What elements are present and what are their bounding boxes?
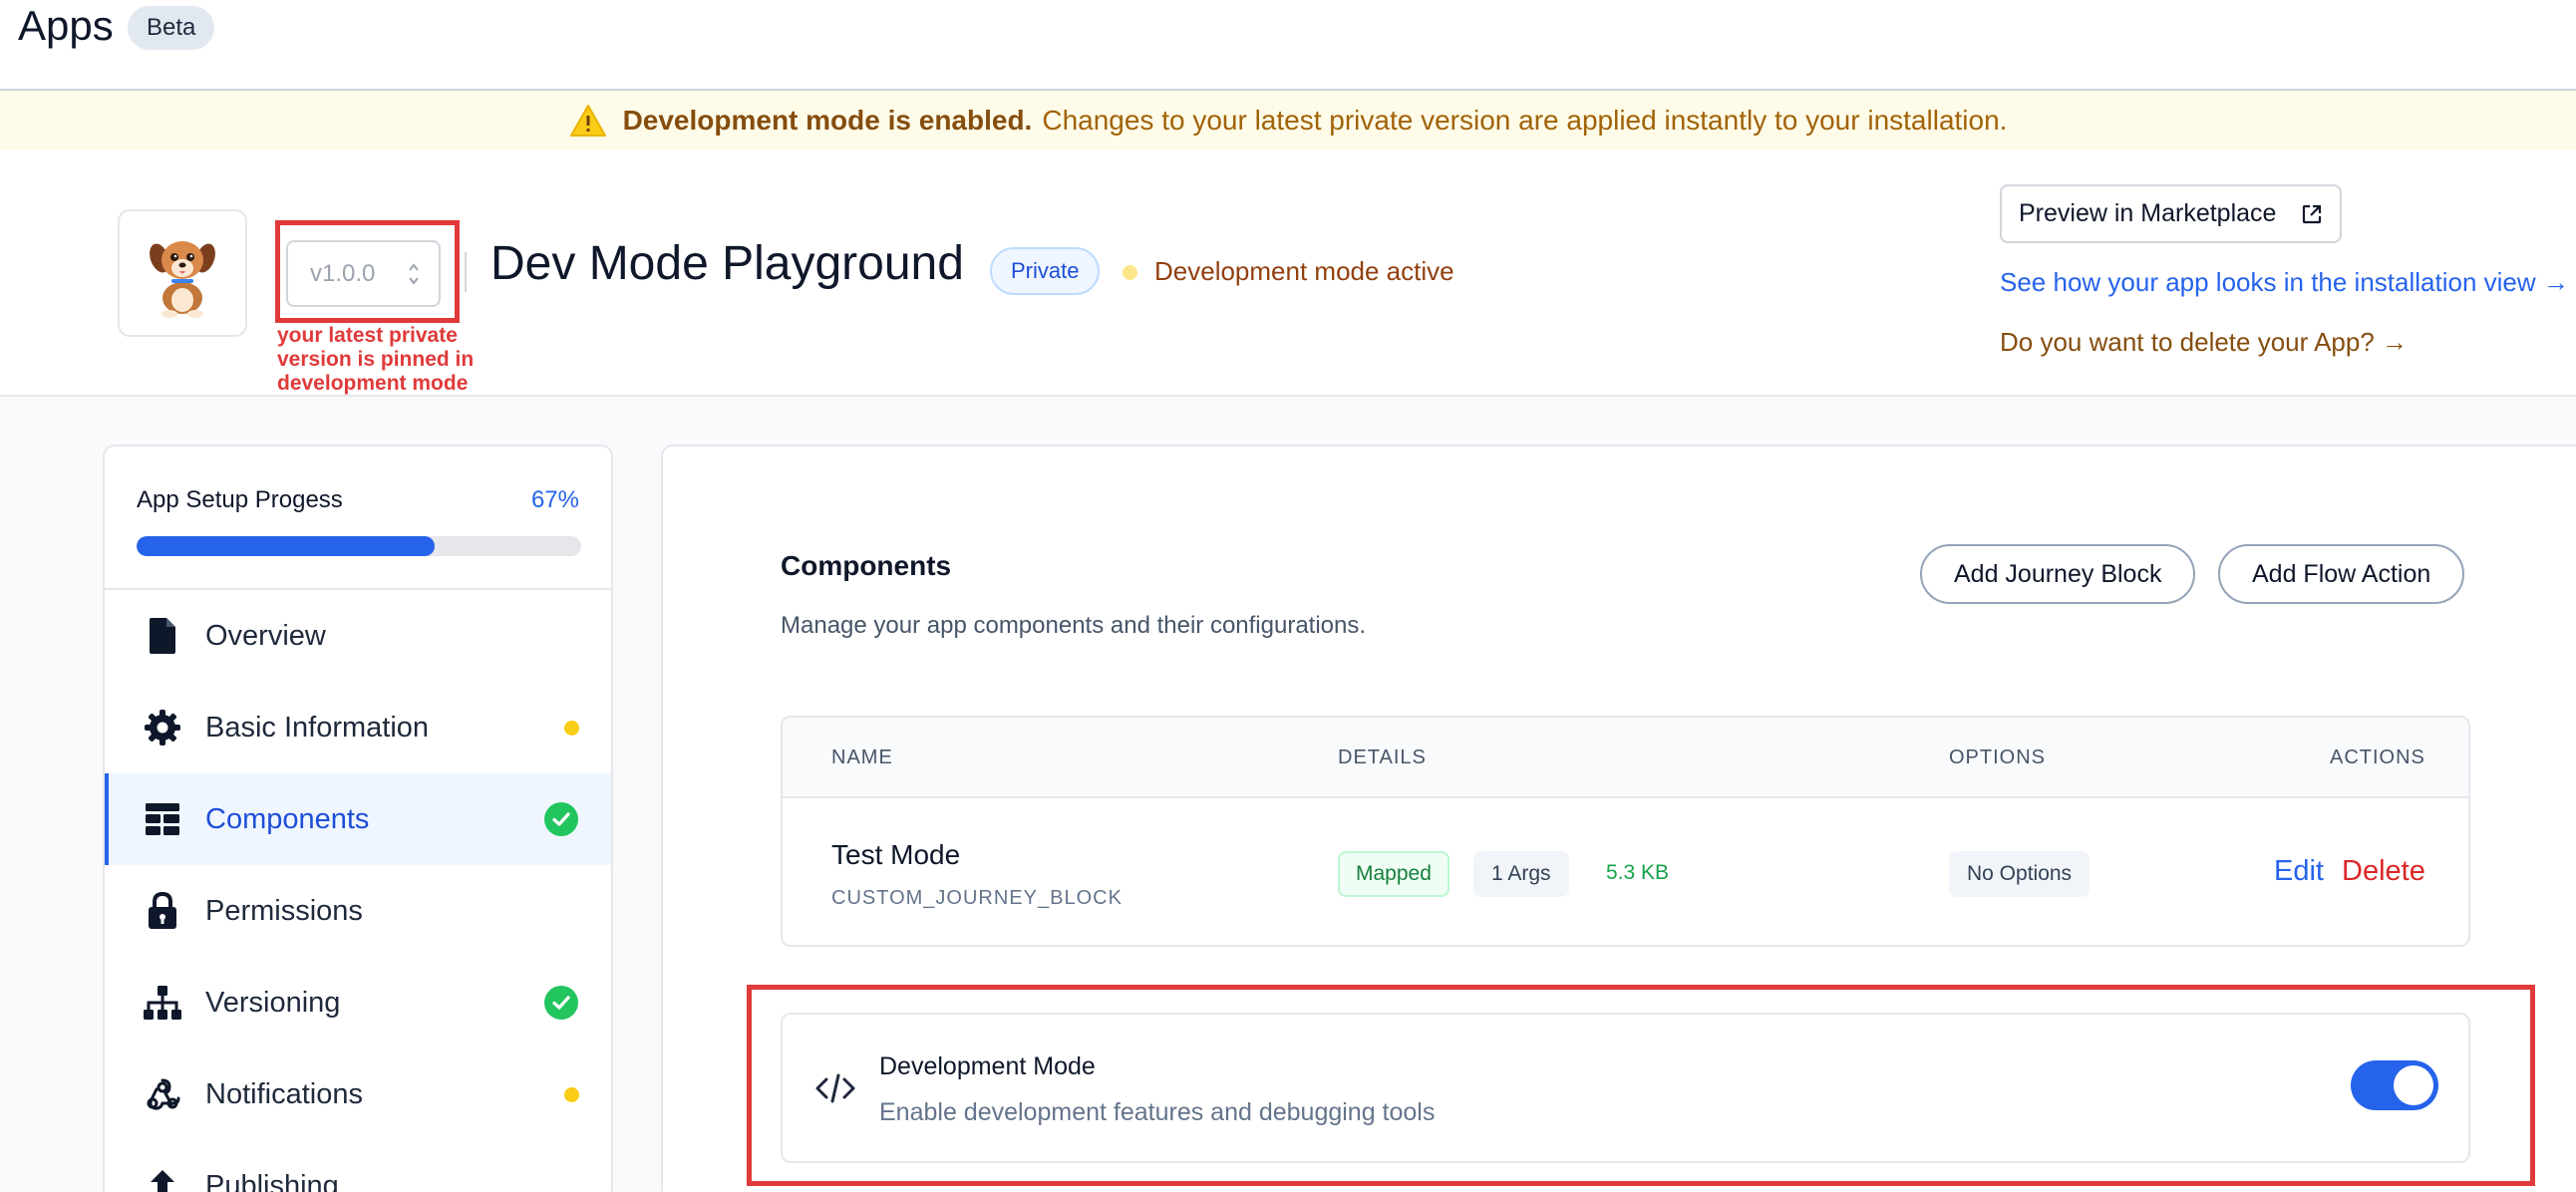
sidebar-item-label: Notifications [205, 1077, 363, 1110]
sidebar-item-components[interactable]: Components [105, 773, 611, 865]
check-circle-icon [544, 986, 578, 1020]
progress-value: 67% [530, 486, 579, 513]
add-flow-action-button[interactable]: Add Flow Action [2218, 544, 2465, 604]
app-header: v1.0.0 your latest private version is pi… [0, 150, 2576, 397]
component-name: Test Mode [831, 839, 961, 870]
page-title: Apps [18, 2, 114, 49]
beta-badge: Beta [128, 6, 215, 50]
upload-icon [143, 1166, 182, 1192]
webhook-icon [143, 1074, 182, 1114]
sidebar-item-overview[interactable]: Overview [105, 590, 611, 682]
mapped-badge: Mapped [1338, 851, 1449, 897]
installation-view-link[interactable]: See how your app looks in the installati… [2000, 267, 2569, 298]
section-description: Manage your app components and their con… [781, 612, 1367, 639]
preview-marketplace-button[interactable]: Preview in Marketplace [2000, 184, 2342, 243]
sidebar-item-versioning[interactable]: Versioning [105, 957, 611, 1048]
status-dot [1123, 265, 1137, 280]
components-table: NAME DETAILS OPTIONS ACTIONS Test Mode C… [781, 716, 2470, 947]
delete-component-link[interactable]: Delete [2342, 855, 2425, 888]
setup-sidebar: App Setup Progess 67% Overview Basic Inf… [103, 445, 613, 1192]
header-divider [465, 252, 467, 292]
component-type: CUSTOM_JOURNEY_BLOCK [831, 887, 1123, 909]
app-name: Dev Mode Playground [490, 237, 964, 290]
gear-icon [143, 708, 182, 747]
lock-icon [143, 891, 182, 931]
annotation-box-dev-mode [747, 985, 2535, 1186]
sidebar-item-label: Versioning [205, 986, 341, 1019]
banner-strong-text: Development mode is enabled. [622, 105, 1033, 136]
pending-dot [564, 1086, 579, 1102]
header-actions: ACTIONS [2330, 746, 2425, 768]
header-name: NAME [831, 746, 893, 768]
components-panel: Components Manage your app components an… [661, 445, 2576, 1192]
sidebar-item-permissions[interactable]: Permissions [105, 865, 611, 957]
progress-fill [137, 536, 435, 556]
args-badge: 1 Args [1473, 851, 1569, 897]
check-circle-icon [544, 802, 578, 836]
options-badge: No Options [1949, 851, 2091, 897]
sidebar-item-label: Overview [205, 619, 326, 652]
pending-dot [564, 720, 579, 736]
edit-component-link[interactable]: Edit [2274, 855, 2324, 888]
size-label: 5.3 KB [1606, 861, 1670, 884]
dev-mode-banner: Development mode is enabled. Changes to … [0, 91, 2576, 150]
sidebar-item-publishing[interactable]: Publishing [105, 1140, 611, 1192]
sidebar-item-label: Components [205, 802, 370, 835]
sidebar-item-label: Publishing [205, 1169, 339, 1192]
annotation-box-version [275, 220, 460, 323]
sidebar-item-notifications[interactable]: Notifications [105, 1048, 611, 1140]
dev-mode-status: Development mode active [1154, 256, 1454, 286]
add-journey-block-button[interactable]: Add Journey Block [1920, 544, 2196, 604]
hierarchy-icon [143, 983, 182, 1023]
private-badge: Private [990, 247, 1101, 295]
components-icon [143, 799, 182, 839]
progress-bar [137, 536, 581, 556]
sidebar-item-label: Permissions [205, 894, 363, 927]
dog-mascot-icon [150, 241, 215, 318]
warning-icon [569, 105, 606, 137]
header-options: OPTIONS [1949, 746, 2047, 768]
preview-button-label: Preview in Marketplace [2019, 199, 2277, 227]
top-bar: Apps Beta [0, 0, 2576, 91]
sidebar-item-basic-information[interactable]: Basic Information [105, 682, 611, 773]
delete-app-link[interactable]: Do you want to delete your App? → [2000, 327, 2408, 358]
document-icon [143, 616, 182, 656]
app-logo [118, 209, 247, 337]
header-details: DETAILS [1338, 746, 1427, 768]
table-header: NAME DETAILS OPTIONS ACTIONS [783, 718, 2468, 798]
section-title: Components [781, 550, 952, 581]
banner-message: Changes to your latest private version a… [1042, 105, 2008, 136]
sidebar-item-label: Basic Information [205, 711, 430, 744]
progress-label: App Setup Progess [137, 486, 343, 513]
external-link-icon [2302, 204, 2322, 224]
annotation-note: your latest private version is pinned in… [277, 324, 475, 395]
